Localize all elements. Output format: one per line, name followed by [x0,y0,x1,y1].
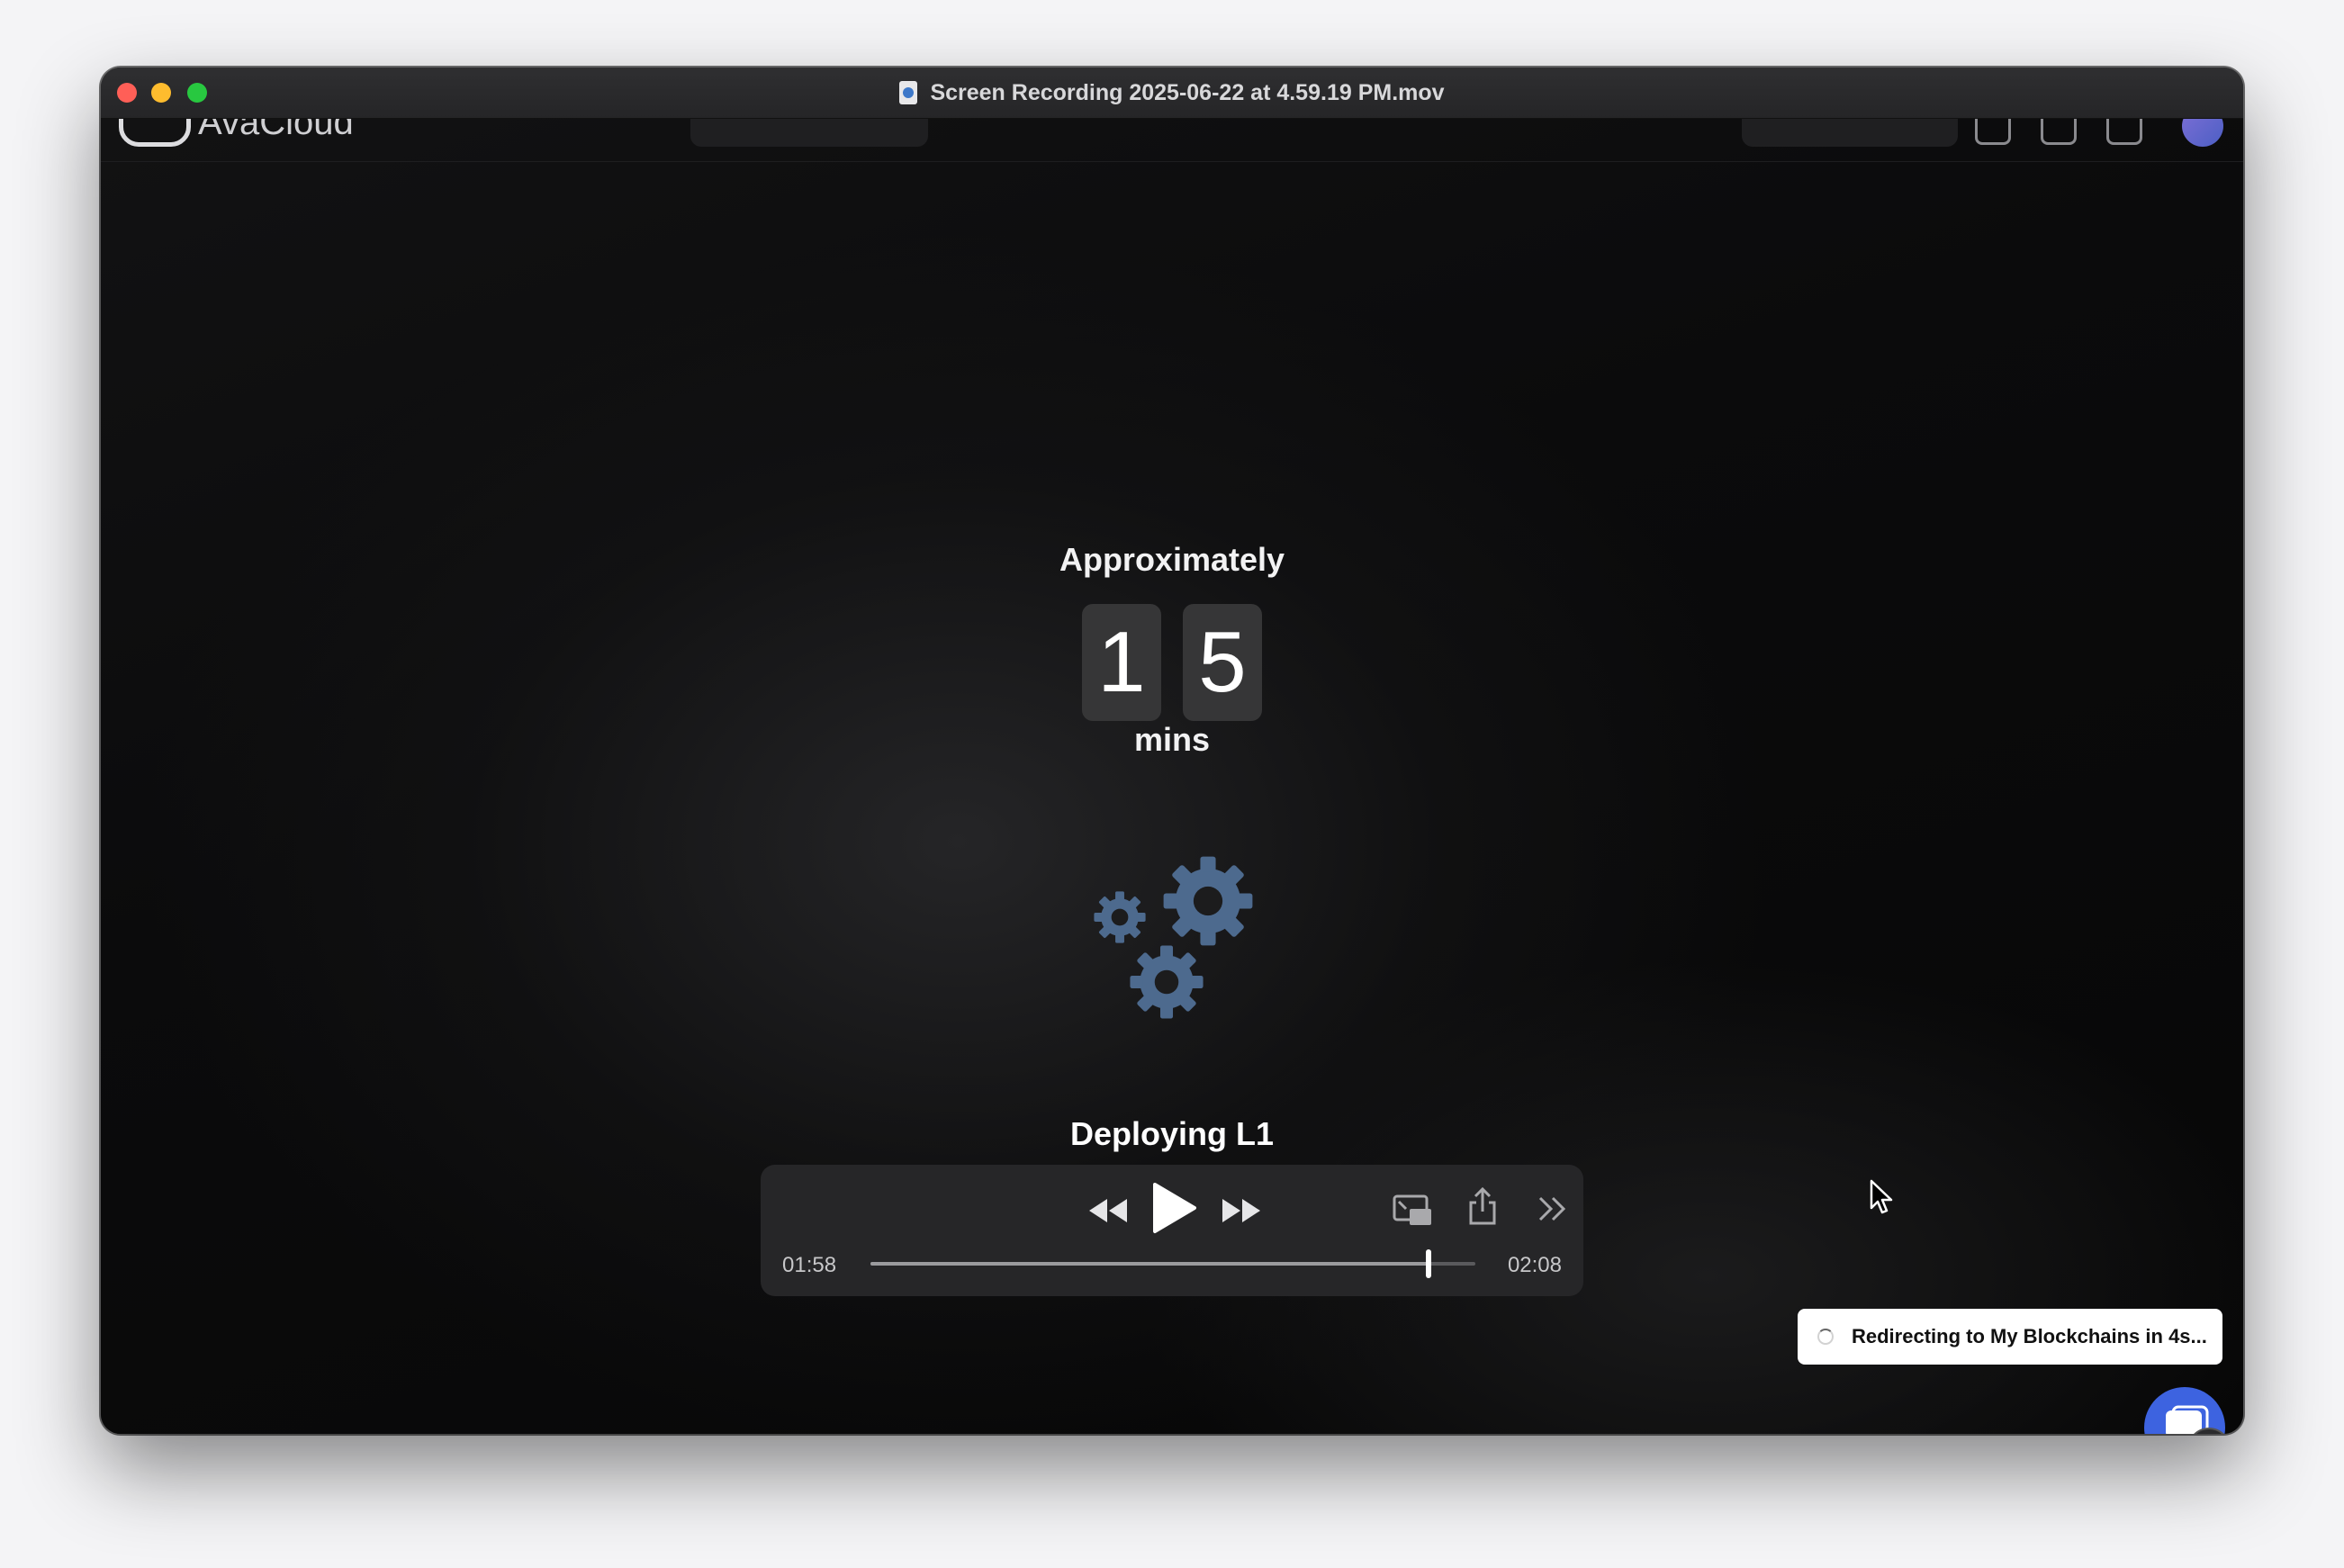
header-icon-1 [1975,118,2011,145]
window-title-area: Screen Recording 2025-06-22 at 4.59.19 P… [101,68,2243,118]
share-icon[interactable] [1466,1186,1499,1226]
header-icon-3 [2106,118,2142,145]
brand-name: AvaCloud [198,118,354,142]
scrubber-progress [870,1262,1429,1266]
movie-document-icon [899,81,918,104]
current-time: 01:58 [782,1253,837,1277]
user-avatar [2182,118,2223,147]
countdown-prefix: Approximately [1059,541,1285,578]
small-gear [1094,891,1146,943]
mouse-pointer-icon [1870,1179,1893,1214]
play-icon[interactable] [1149,1181,1198,1235]
redirect-toast: Redirecting to My Blockchains in 4s... [1798,1309,2222,1365]
chat-icon [2166,1405,2209,1434]
medium-gear [1130,945,1204,1019]
toast-message: Redirecting to My Blockchains in 4s... [1852,1325,2207,1347]
countdown-digit-ones: 5 [1183,604,1262,721]
app-header-cropped: AvaCloud [101,118,2243,162]
window-title: Screen Recording 2025-06-22 at 4.59.19 P… [930,79,1445,105]
screen-capture-badge[interactable] [2187,1428,2231,1434]
video-frame: AvaCloud Approximately 1 5 mins Deployin… [101,118,2243,1434]
brand-logo: AvaCloud [119,118,354,147]
chevron-double-right-icon[interactable] [1537,1195,1569,1222]
scrubber-track[interactable] [870,1249,1475,1278]
playback-controls: 01:58 02:08 [761,1165,1583,1296]
header-network-pill [1742,118,1958,147]
scrubber-handle[interactable] [1425,1249,1431,1278]
large-gear [1163,856,1253,946]
header-icon-2 [2041,118,2077,145]
picture-in-picture-icon[interactable] [1392,1194,1433,1228]
gears-icon [1094,856,1253,1019]
loading-spinner-icon [1817,1329,1834,1345]
avacloud-logo-icon [119,118,191,147]
header-nav-pill [690,118,928,147]
rewind-icon[interactable] [1087,1197,1129,1224]
quicktime-window: Screen Recording 2025-06-22 at 4.59.19 P… [101,68,2243,1434]
countdown-digit-tens: 1 [1082,604,1161,721]
text-scan-icon [2189,1429,2229,1434]
title-bar: Screen Recording 2025-06-22 at 4.59.19 P… [101,68,2243,119]
deploy-status-label: Deploying L1 [1069,1115,1275,1152]
fast-forward-icon[interactable] [1221,1197,1262,1224]
countdown-digits: 1 5 [101,604,2243,721]
total-time: 02:08 [1507,1253,1562,1277]
countdown-unit: mins [1133,721,1211,758]
chat-button[interactable] [2144,1387,2225,1434]
